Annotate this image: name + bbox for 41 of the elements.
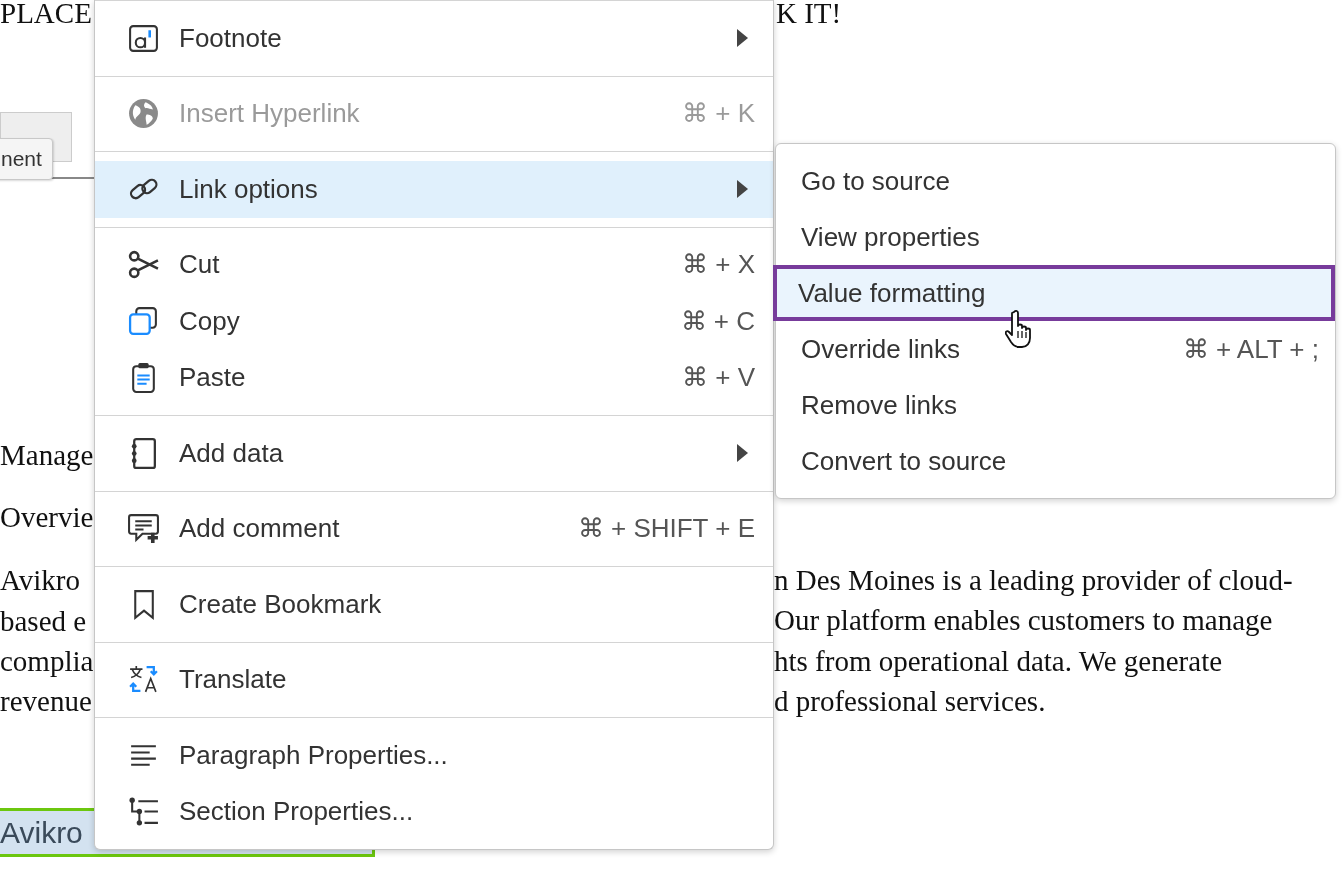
- shortcut-text: ⌘ + X: [682, 249, 755, 281]
- shortcut-text: ⌘ + ALT + ;: [1182, 333, 1319, 365]
- document-text: revenue: [0, 684, 92, 718]
- copy-icon: [127, 304, 160, 338]
- menu-item[interactable]: Cut ⌘ + X: [95, 236, 773, 293]
- menu-item[interactable]: Footnote: [95, 10, 773, 67]
- globe-icon: [127, 97, 160, 131]
- shortcut-text: ⌘ + C: [680, 305, 755, 337]
- submenu-item[interactable]: Value formatting: [773, 265, 1335, 321]
- shortcut-text: ⌘ + SHIFT + E: [577, 513, 755, 545]
- document-text: d professional services.: [774, 683, 1046, 718]
- submenu-item[interactable]: Remove links: [776, 377, 1335, 433]
- document-text: n Des Moines is a leading provider of cloud-: [774, 563, 1293, 597]
- menu-item[interactable]: Paste ⌘ + V: [95, 349, 773, 406]
- submenu-arrow-icon: [735, 28, 749, 49]
- menu-item[interactable]: Paragraph Properties...: [95, 727, 773, 784]
- document-text: hts from operational data. We generate: [774, 643, 1223, 678]
- submenu-item[interactable]: Override links ⌘ + ALT + ;: [776, 321, 1335, 377]
- menu-item[interactable]: Add data: [95, 425, 773, 482]
- document-text: Overvie: [0, 500, 94, 534]
- document-text: Our platform enables customers to manage: [774, 603, 1273, 638]
- submenu-item[interactable]: Convert to source: [776, 433, 1335, 489]
- document-text: K IT!: [776, 0, 842, 28]
- submenu-item[interactable]: Go to source: [776, 153, 1335, 209]
- submenu-item[interactable]: View properties: [776, 209, 1335, 265]
- document-text: Manage: [0, 438, 94, 472]
- menu-item[interactable]: Translate: [95, 651, 773, 708]
- menu-item[interactable]: Create Bookmark: [95, 576, 773, 633]
- submenu-arrow-icon: [735, 179, 749, 200]
- document-text: Avikro: [0, 563, 80, 597]
- menu-item[interactable]: Copy ⌘ + C: [95, 293, 773, 350]
- document-text: based e: [0, 604, 87, 638]
- comment-plus-icon: [127, 512, 160, 546]
- shortcut-text: ⌘ + K: [682, 98, 755, 130]
- menu-item[interactable]: Add comment ⌘ + SHIFT + E: [95, 500, 773, 557]
- menu-item[interactable]: Link options: [95, 161, 773, 218]
- document-text: PLACE: [0, 0, 92, 28]
- tooltip: nent: [0, 138, 53, 180]
- shortcut-text: ⌘ + V: [682, 362, 755, 394]
- document-text: complia: [0, 644, 94, 678]
- submenu-arrow-icon: [735, 443, 749, 464]
